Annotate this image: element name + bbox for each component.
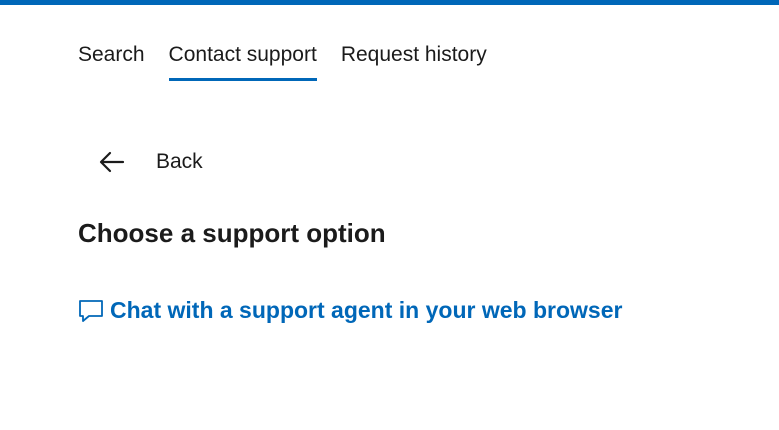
chat-support-label: Chat with a support agent in your web br… (110, 297, 623, 323)
tab-search[interactable]: Search (78, 42, 145, 81)
chat-support-link[interactable]: Chat with a support agent in your web br… (78, 297, 622, 324)
tab-contact-support[interactable]: Contact support (168, 42, 317, 81)
chat-bubble-icon (78, 298, 104, 324)
top-accent-bar (0, 0, 779, 5)
back-button[interactable]: Back (96, 146, 203, 178)
back-button-label: Back (156, 150, 203, 173)
page-heading: Choose a support option (78, 218, 386, 248)
support-tabs: Search Contact support Request history (78, 42, 487, 81)
arrow-left-icon (96, 146, 128, 178)
tab-request-history[interactable]: Request history (341, 42, 487, 81)
